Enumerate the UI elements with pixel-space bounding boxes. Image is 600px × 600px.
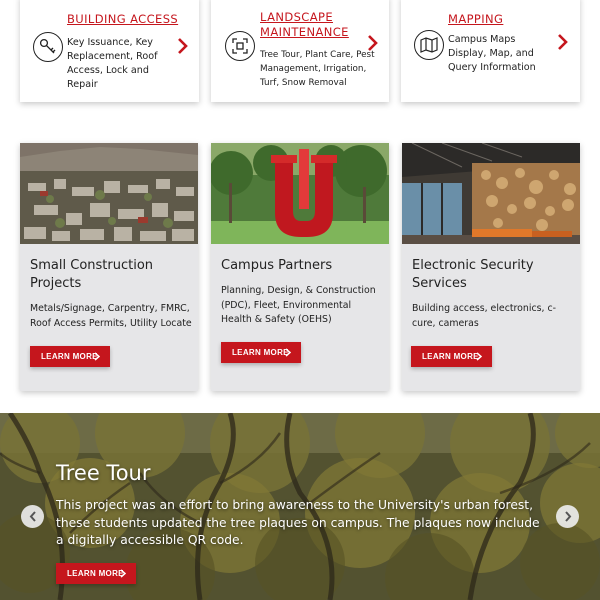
- service-card-landscape-maintenance[interactable]: LANDSCAPE MAINTENANCE Tree Tour, Plant C…: [211, 0, 389, 102]
- chevron-right-icon[interactable]: [556, 33, 570, 51]
- learn-more-label: LEARN MORE: [67, 569, 124, 578]
- chevron-right-icon[interactable]: [176, 37, 190, 55]
- service-title-mapping[interactable]: MAPPING: [448, 12, 503, 27]
- feature-title: Campus Partners: [221, 258, 333, 273]
- chevron-right-icon[interactable]: [366, 34, 380, 52]
- learn-more-label: LEARN MORE: [422, 352, 479, 361]
- service-title-building-access[interactable]: BUILDING ACCESS: [67, 12, 178, 27]
- feature-card-campus-partners: Campus Partners Planning, Design, & Cons…: [211, 143, 389, 391]
- chevron-left-icon: [29, 511, 36, 522]
- chevron-right-icon: [564, 511, 571, 522]
- learn-more-label: LEARN MORE: [41, 352, 98, 361]
- chevron-right-icon: [285, 348, 291, 357]
- learn-more-button[interactable]: LEARN MORE: [30, 346, 110, 367]
- hero-learn-more-button[interactable]: LEARN MORE: [56, 563, 136, 584]
- hero-banner: Tree Tour This project was an effort to …: [0, 413, 600, 600]
- service-desc-mapping: Campus Maps Display, Map, and Query Info…: [448, 34, 536, 73]
- learn-more-label: LEARN MORE: [232, 348, 289, 357]
- feature-card-electronic-security: Electronic Security Services Building ac…: [402, 143, 580, 391]
- hero-title: Tree Tour: [56, 461, 151, 485]
- feature-description: Metals/Signage, Carpentry, FMRC, Roof Ac…: [30, 303, 192, 329]
- carousel-next-button[interactable]: [556, 505, 579, 528]
- key-icon: [33, 32, 63, 62]
- feature-description: Building access, electronics, c-cure, ca…: [412, 303, 556, 329]
- service-desc-landscape-maintenance: Tree Tour, Plant Care, Pest Management, …: [260, 50, 375, 88]
- service-card-mapping[interactable]: MAPPING Campus Maps Display, Map, and Qu…: [401, 0, 580, 102]
- service-desc-building-access: Key Issuance, Key Replacement, Roof Acce…: [67, 37, 158, 90]
- hero-description: This project was an effort to bring awar…: [56, 498, 540, 547]
- service-title-landscape-maintenance[interactable]: LANDSCAPE MAINTENANCE: [260, 10, 360, 40]
- learn-more-button[interactable]: LEARN MORE: [221, 342, 301, 363]
- building-interior-photo: [402, 143, 580, 244]
- carousel-prev-button[interactable]: [21, 505, 44, 528]
- feature-title: Electronic Security Services: [412, 258, 534, 291]
- learn-more-button[interactable]: LEARN MORE: [411, 346, 492, 367]
- feature-card-small-construction: Small Construction Projects Metals/Signa…: [20, 143, 198, 391]
- service-card-building-access[interactable]: BUILDING ACCESS Key Issuance, Key Replac…: [20, 0, 199, 102]
- campus-aerial-photo: [20, 143, 198, 244]
- focus-frame-icon: [225, 31, 255, 61]
- chevron-right-icon: [94, 352, 100, 361]
- feature-description: Planning, Design, & Construction (PDC), …: [221, 285, 376, 325]
- chevron-right-icon: [120, 569, 126, 578]
- map-icon: [414, 30, 444, 60]
- feature-title: Small Construction Projects: [30, 258, 154, 291]
- red-u-sculpture-photo: [211, 143, 389, 244]
- chevron-right-icon: [476, 352, 482, 361]
